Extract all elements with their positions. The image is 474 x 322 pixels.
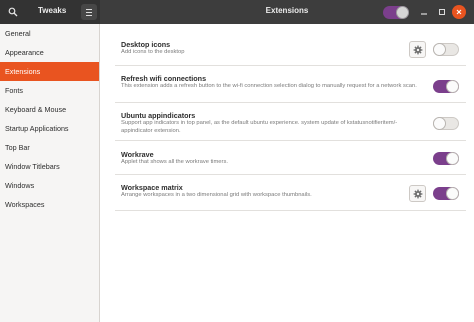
extension-title: Workrave (121, 150, 154, 159)
sidebar: General Appearance Extensions Fonts Keyb… (0, 24, 100, 322)
hamburger-icon-line (86, 11, 92, 13)
extension-toggle[interactable] (433, 43, 459, 56)
extension-toggle[interactable] (433, 187, 459, 200)
gear-icon (413, 189, 422, 198)
extension-title: Refresh wifi connections (121, 74, 207, 83)
extension-toggle[interactable] (433, 117, 459, 130)
sidebar-item-fonts[interactable]: Fonts (0, 81, 99, 100)
sidebar-item-startup-applications[interactable]: Startup Applications (0, 119, 99, 138)
extension-row-desktop-icons: Desktop icons Add icons to the desktop (115, 34, 466, 66)
extension-description: Add icons to the desktop (121, 49, 185, 55)
extensions-master-switch[interactable] (383, 6, 409, 19)
extension-title: Workspace matrix (121, 183, 183, 192)
sidebar-item-keyboard-mouse[interactable]: Keyboard & Mouse (0, 100, 99, 119)
extension-row-workspace-matrix: Workspace matrix Arrange workspaces in a… (115, 177, 466, 211)
extension-title: Desktop icons (121, 40, 171, 49)
header-bar: Tweaks Extensions (0, 0, 474, 24)
sidebar-item-window-titlebars[interactable]: Window Titlebars (0, 157, 99, 176)
sidebar-header: Tweaks (0, 0, 100, 24)
app-title: Tweaks (38, 6, 67, 15)
sidebar-item-extensions[interactable]: Extensions (0, 62, 99, 81)
close-button[interactable] (452, 5, 466, 19)
sidebar-item-windows[interactable]: Windows (0, 176, 99, 195)
switch-knob (433, 117, 446, 130)
gear-icon (413, 45, 422, 54)
extension-row-refresh-wifi: Refresh wifi connections This extension … (115, 68, 466, 103)
extension-row-ubuntu-appindicators: Ubuntu appindicators Support app indicat… (115, 105, 466, 141)
hamburger-icon-line (86, 14, 92, 16)
switch-knob (446, 80, 459, 93)
extension-row-workrave: Workrave Applet that shows all the workr… (115, 144, 466, 175)
minimize-icon (421, 13, 427, 15)
maximize-button[interactable] (435, 5, 449, 19)
minimize-button[interactable] (417, 5, 431, 19)
extension-description: Arrange workspaces in a two dimensional … (121, 192, 312, 198)
extensions-list: Desktop icons Add icons to the desktop R… (100, 24, 474, 322)
sidebar-item-general[interactable]: General (0, 24, 99, 43)
extension-description: Applet that shows all the workrave timer… (121, 159, 228, 165)
switch-knob (446, 187, 459, 200)
settings-button[interactable] (409, 185, 426, 202)
settings-button[interactable] (409, 41, 426, 58)
extension-description: This extension adds a refresh button to … (121, 83, 417, 89)
extension-description: Support app indicators in top panel, as … (121, 120, 398, 134)
menu-button[interactable] (81, 4, 97, 20)
extension-toggle[interactable] (433, 152, 459, 165)
switch-knob (446, 152, 459, 165)
close-icon (456, 9, 462, 15)
content-header: Extensions (100, 0, 474, 24)
search-button[interactable] (4, 3, 22, 21)
sidebar-item-appearance[interactable]: Appearance (0, 43, 99, 62)
search-icon (8, 7, 18, 17)
sidebar-item-workspaces[interactable]: Workspaces (0, 195, 99, 214)
maximize-icon (439, 9, 445, 15)
switch-knob (433, 43, 446, 56)
tweaks-window: Tweaks Extensions General Appearance Ext… (0, 0, 474, 322)
extension-title: Ubuntu appindicators (121, 111, 196, 120)
switch-knob (396, 6, 409, 19)
sidebar-item-top-bar[interactable]: Top Bar (0, 138, 99, 157)
hamburger-icon-line (86, 8, 92, 10)
extension-toggle[interactable] (433, 80, 459, 93)
